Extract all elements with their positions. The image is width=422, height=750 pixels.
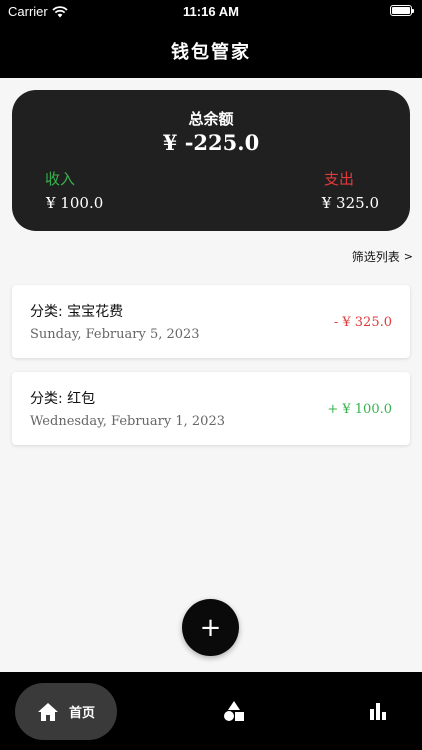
filter-list-button[interactable]: 筛选列表 > (352, 248, 413, 265)
transaction-amount: - ¥ 325.0 (333, 315, 392, 330)
transaction-card[interactable]: 分类: 宝宝花费 Sunday, February 5, 2023 - ¥ 32… (12, 285, 410, 358)
tab-home[interactable]: 首页 (15, 683, 117, 740)
expense-label: 支出 (323, 170, 354, 188)
plus-icon: + (199, 612, 222, 643)
transaction-category: 分类: 红包 (30, 391, 96, 407)
income-label: 收入 (45, 170, 76, 188)
transaction-date: Wednesday, February 1, 2023 (30, 414, 225, 429)
balance-title: 总余额 (188, 110, 234, 128)
page-title: 钱包管家 (171, 42, 251, 63)
income-value: ¥ 100.0 (46, 194, 104, 212)
bar-chart-icon[interactable] (366, 699, 390, 723)
top-bar: Carrier 11:16 AM 钱包管家 (0, 0, 422, 78)
add-transaction-button[interactable]: + (182, 599, 239, 656)
transaction-amount: + ¥ 100.0 (327, 402, 392, 417)
balance-summary-card: 总余额 ¥ -225.0 收入 ¥ 100.0 支出 ¥ 325.0 (12, 90, 410, 231)
status-bar: Carrier 11:16 AM (0, 0, 422, 24)
transaction-card[interactable]: 分类: 红包 Wednesday, February 1, 2023 + ¥ 1… (12, 372, 410, 445)
filter-label: 筛选列表 (351, 250, 400, 264)
battery-icon (390, 5, 414, 16)
tab-home-label: 首页 (68, 706, 95, 721)
shapes-icon[interactable] (222, 699, 246, 723)
home-icon (37, 702, 58, 721)
transaction-category: 分类: 宝宝花费 (30, 304, 124, 320)
status-time: 11:16 AM (183, 4, 239, 19)
bottom-tab-bar: 首页 (0, 672, 422, 750)
balance-amount: ¥ -225.0 (162, 130, 260, 155)
expense-value: ¥ 325.0 (321, 194, 379, 212)
chevron-right-icon: > (403, 250, 413, 263)
transaction-date: Sunday, February 5, 2023 (30, 327, 200, 342)
